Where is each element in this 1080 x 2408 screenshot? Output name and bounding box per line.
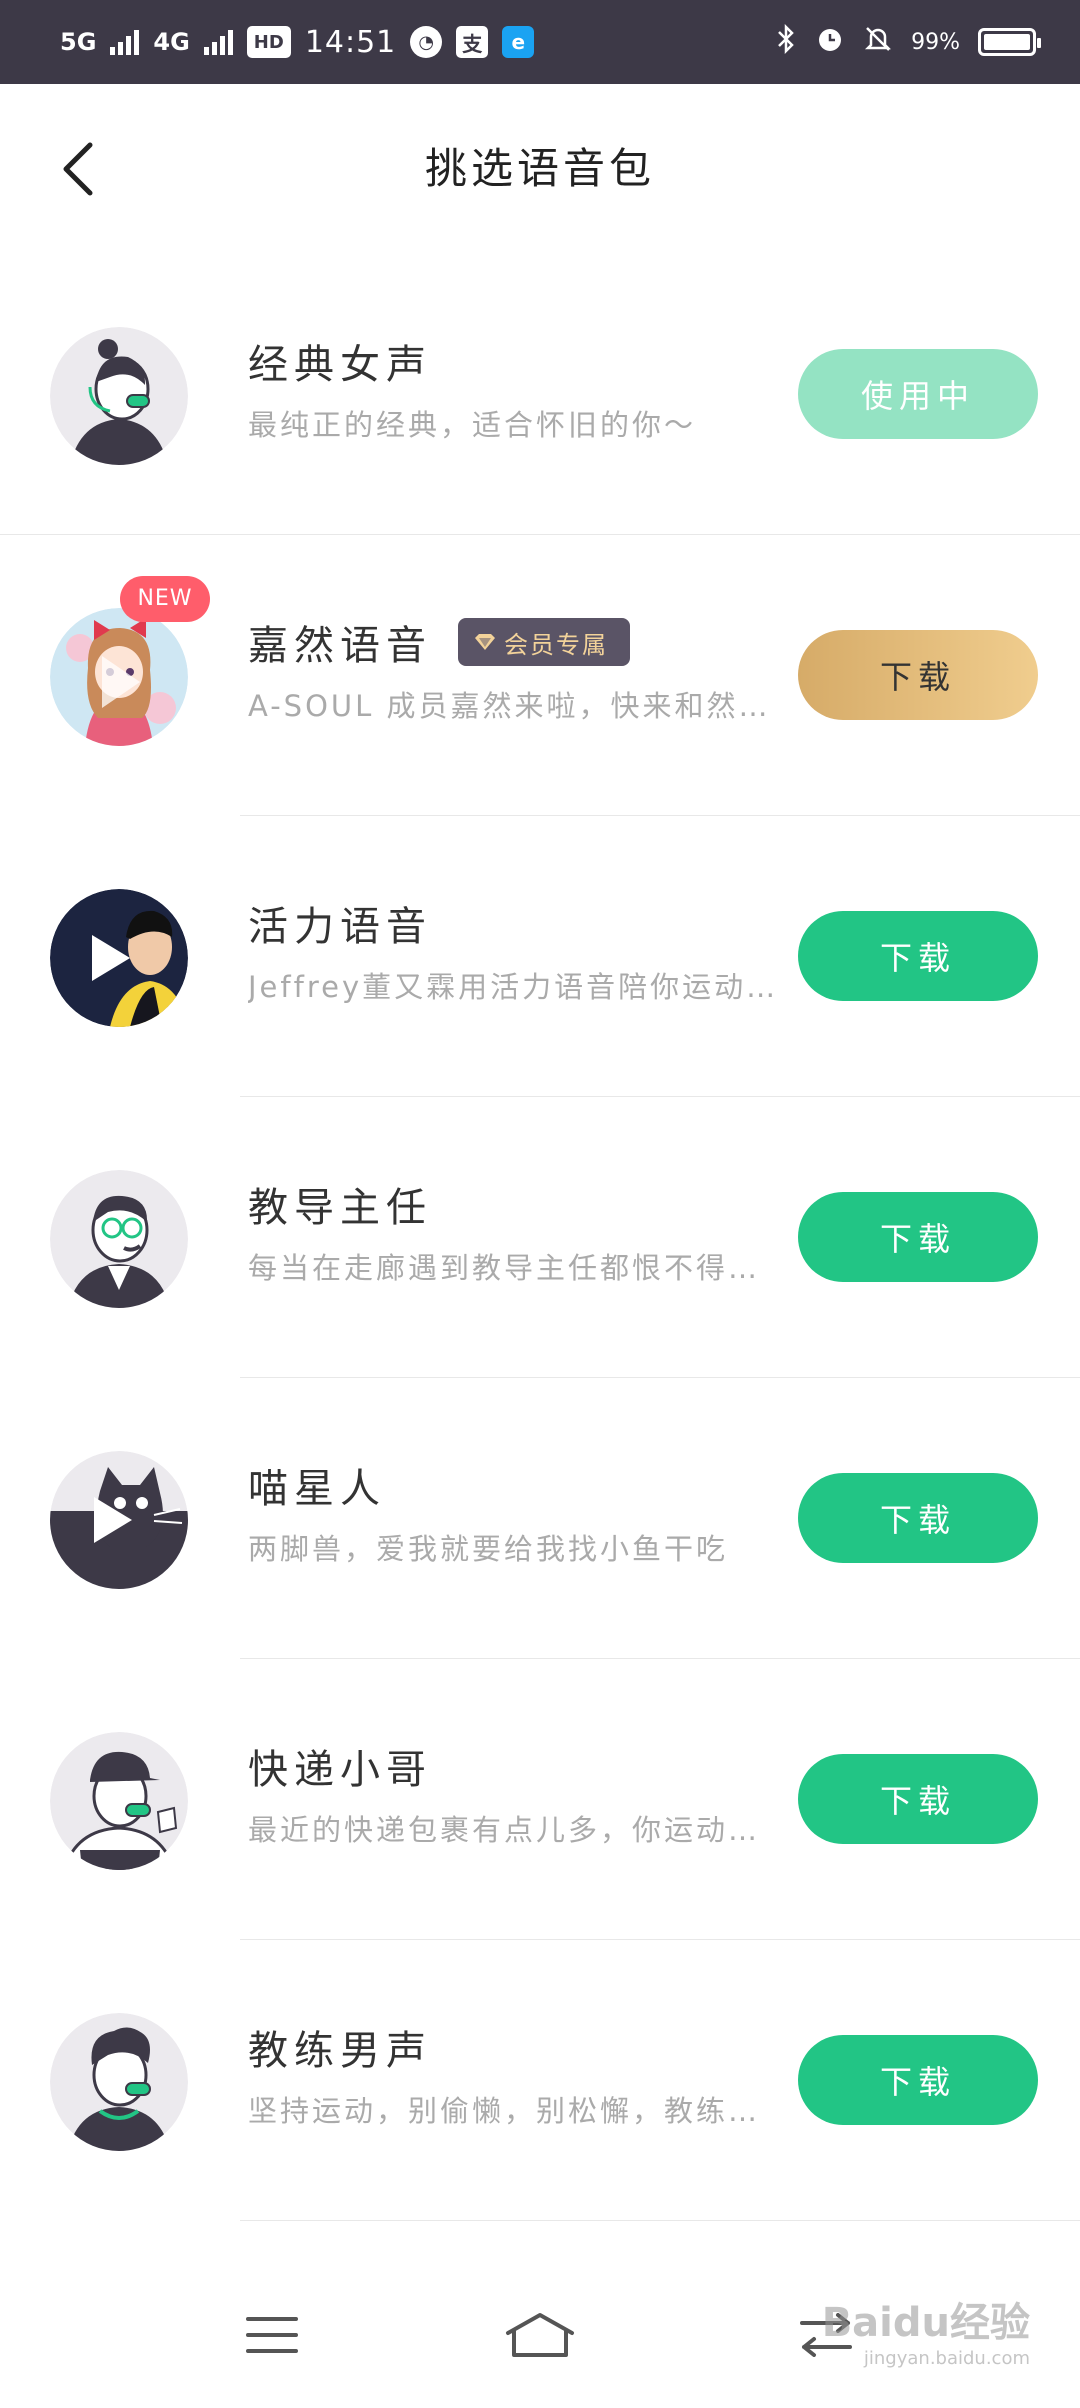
voice-pack-desc: Jeffrey董又霖用活力语音陪你运动出行 xyxy=(248,970,788,1004)
new-badge: NEW xyxy=(120,576,210,622)
page-title: 挑选语音包 xyxy=(424,144,655,193)
name-line: 嘉然语音 会员专属 xyxy=(248,613,630,671)
avatar-courier xyxy=(50,1732,188,1870)
network-5g-label: 5G xyxy=(60,28,97,56)
voice-pack-name: 快递小哥 xyxy=(248,1747,432,1793)
home-icon xyxy=(506,2313,574,2357)
name-line: 经典女声 xyxy=(248,332,432,390)
voice-pack-list: 经典女声 最纯正的经典，适合怀旧的你～ 使用中 NEW 嘉然语音 会员专属 A-… xyxy=(0,254,1080,2221)
voice-pack-desc: 两脚兽，爱我就要给我找小鱼干吃 xyxy=(248,1532,729,1566)
download-button[interactable]: 下载 xyxy=(798,1754,1038,1844)
browser-icon: e xyxy=(502,26,535,58)
voice-pack-item-coach[interactable]: 教练男声 坚持运动，别偷懒，别松懈，教练陪你跑 下载 xyxy=(0,1940,1080,2221)
voice-pack-desc: 坚持运动，别偷懒，别松懈，教练陪你跑 xyxy=(248,2094,788,2128)
avatar-cat xyxy=(50,1451,188,1589)
bluetooth-icon xyxy=(775,23,797,61)
name-line: 教导主任 xyxy=(248,1175,432,1233)
download-button[interactable]: 下载 xyxy=(798,1473,1038,1563)
mute-icon xyxy=(863,24,893,61)
voice-pack-desc: 最纯正的经典，适合怀旧的你～ xyxy=(248,408,697,442)
in-use-button[interactable]: 使用中 xyxy=(798,349,1038,439)
signal-icon xyxy=(110,29,140,55)
download-button[interactable]: 下载 xyxy=(798,911,1038,1001)
voice-pack-item-cat[interactable]: 喵星人 两脚兽，爱我就要给我找小鱼干吃 下载 xyxy=(0,1378,1080,1659)
status-time: 14:51 xyxy=(304,24,397,60)
name-line: 教练男声 xyxy=(248,2018,432,2076)
voice-pack-desc: 最近的快递包裹有点儿多，你运动一下吧 xyxy=(248,1813,788,1847)
voice-pack-desc: A-SOUL 成员嘉然来啦，快来和然然一起出发吧 xyxy=(248,689,788,723)
status-bar: 5G 4G HD 14:51 ◔ 支 e 99% xyxy=(0,0,1080,84)
voice-pack-item-courier[interactable]: 快递小哥 最近的快递包裹有点儿多，你运动一下吧 下载 xyxy=(0,1659,1080,1940)
avatar-energetic xyxy=(50,889,188,1027)
status-bar-left: 5G 4G HD 14:51 ◔ 支 e xyxy=(60,0,535,84)
battery-percent: 99% xyxy=(911,29,960,55)
avatar-coach xyxy=(50,2013,188,2151)
diamond-icon xyxy=(475,634,495,650)
voice-pack-name: 教练男声 xyxy=(248,2028,432,2074)
voice-pack-desc: 每当在走廊遇到教导主任都恨不得绕道走 xyxy=(248,1251,788,1285)
watermark-text: Baidu经验 xyxy=(821,2300,1030,2346)
battery-icon xyxy=(978,28,1041,56)
avatar-dean xyxy=(50,1170,188,1308)
signal-icon-2 xyxy=(203,29,233,55)
network-4g-label: 4G xyxy=(153,28,190,56)
voice-pack-name: 教导主任 xyxy=(248,1185,432,1231)
voice-pack-item-energetic[interactable]: 活力语音 Jeffrey董又霖用活力语音陪你运动出行 下载 xyxy=(0,816,1080,1097)
menu-icon xyxy=(246,2317,298,2353)
download-button[interactable]: 下载 xyxy=(798,2035,1038,2125)
avatar-jiaran xyxy=(50,608,188,746)
voice-pack-name: 嘉然语音 xyxy=(248,623,432,669)
vip-badge-label: 会员专属 xyxy=(504,630,608,659)
alarm-icon xyxy=(815,24,845,61)
download-button[interactable]: 下载 xyxy=(798,1192,1038,1282)
name-line: 快递小哥 xyxy=(248,1737,432,1795)
status-bar-right: 99% xyxy=(775,0,1041,84)
download-button[interactable]: 下载 xyxy=(798,630,1038,720)
alipay-icon: 支 xyxy=(456,26,489,58)
voice-pack-name: 活力语音 xyxy=(248,904,432,950)
voice-pack-item-classic-female[interactable]: 经典女声 最纯正的经典，适合怀旧的你～ 使用中 xyxy=(0,254,1080,535)
watermark: Baidu经验 jingyan.baidu.com xyxy=(822,2290,1030,2369)
watermark-sub: jingyan.baidu.com xyxy=(863,2348,1030,2369)
voice-pack-item-dean[interactable]: 教导主任 每当在走廊遇到教导主任都恨不得绕道走 下载 xyxy=(0,1097,1080,1378)
home-button[interactable] xyxy=(500,2300,580,2370)
voice-pack-item-jiaran[interactable]: NEW 嘉然语音 会员专属 A-SOUL 成员嘉然来啦，快来和然然一起出发吧 下… xyxy=(0,535,1080,816)
menu-button[interactable] xyxy=(232,2300,312,2370)
hd-icon: HD xyxy=(246,26,291,58)
voice-pack-name: 喵星人 xyxy=(248,1466,386,1512)
header: 挑选语音包 xyxy=(0,84,1080,254)
name-line: 活力语音 xyxy=(248,894,432,952)
avatar-classic-female xyxy=(50,327,188,465)
speed-icon: ◔ xyxy=(410,26,443,58)
voice-pack-name: 经典女声 xyxy=(248,342,432,388)
name-line: 喵星人 xyxy=(248,1456,386,1514)
vip-badge: 会员专属 xyxy=(458,618,630,666)
